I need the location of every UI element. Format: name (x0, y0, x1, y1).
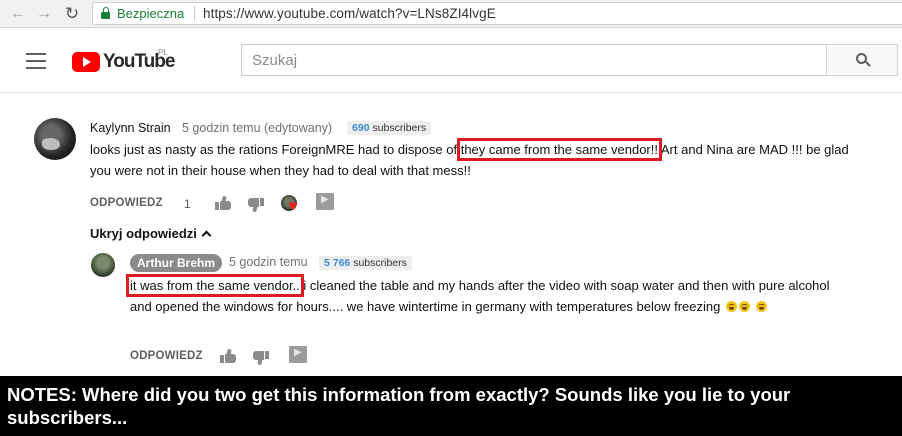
arrow-right-icon[interactable]: → (34, 4, 54, 24)
send-icon[interactable] (316, 193, 334, 210)
highlighted-phrase: it was from the same vendor.. (126, 274, 304, 297)
reply-button[interactable]: ODPOWIEDZ (90, 197, 163, 209)
reload-icon[interactable]: ↻ (62, 4, 82, 24)
arrow-left-icon[interactable]: ← (8, 4, 28, 24)
search-icon (856, 53, 871, 68)
send-icon[interactable] (289, 346, 307, 363)
hamburger-menu-icon[interactable] (26, 53, 46, 69)
comment-timestamp[interactable]: 5 godzin temu (229, 255, 308, 269)
youtube-logo[interactable]: YouTube PL (72, 48, 175, 74)
browser-toolbar: ← → ↻ Bezpieczna https://www.youtube.com… (0, 0, 902, 28)
subscribers-label: subscribers (353, 257, 407, 269)
youtube-play-icon (72, 52, 100, 72)
reply-button[interactable]: ODPOWIEDZ (130, 350, 203, 362)
subscribers-count: 5 766 (324, 257, 351, 269)
secure-label: Bezpieczna (117, 6, 185, 21)
highlighted-phrase: they came from the same vendor!! (456, 138, 662, 161)
chevron-up-icon (201, 230, 212, 241)
country-code: PL (158, 48, 168, 57)
search-button[interactable] (826, 44, 898, 76)
thumbs-down-icon[interactable] (253, 351, 269, 366)
avatar[interactable] (34, 118, 76, 160)
url-text[interactable]: https://www.youtube.com/watch?v=LNs8ZI4l… (203, 6, 496, 21)
hide-replies-label: Ukryj odpowiedzi (90, 226, 197, 241)
youtube-header: YouTube PL Szukaj (0, 29, 902, 93)
subscribers-badge: 5 766 subscribers (319, 256, 412, 270)
comment-text-start: looks just as nasty as the rations Forei… (90, 142, 458, 157)
address-bar[interactable]: Bezpieczna https://www.youtube.com/watch… (92, 2, 902, 25)
thumbs-up-icon[interactable] (220, 348, 236, 363)
address-divider (194, 6, 195, 21)
comment-text: it was from the same vendor.. i cleaned … (126, 274, 852, 317)
comment-author[interactable]: Arthur Brehm (130, 254, 223, 272)
subscribers-badge: 690 subscribers (347, 121, 432, 135)
laughing-emoji-icon (755, 301, 767, 312)
subscribers-label: subscribers (372, 122, 427, 134)
avatar[interactable] (91, 253, 115, 277)
subscribers-count: 690 (352, 122, 370, 134)
laughing-emoji-icon (726, 301, 737, 312)
creator-heart-icon (281, 195, 298, 213)
like-count: 1 (184, 197, 191, 211)
comment-author[interactable]: Kaylynn Strain (90, 121, 171, 135)
laughing-emoji-icon (739, 301, 750, 312)
hide-replies-toggle[interactable]: Ukryj odpowiedzi (90, 226, 212, 241)
lock-icon (101, 7, 110, 19)
comment-text: looks just as nasty as the rations Forei… (90, 138, 860, 181)
search-placeholder: Szukaj (252, 52, 298, 69)
search-input[interactable]: Szukaj (241, 44, 827, 76)
thumbs-down-icon[interactable] (248, 198, 264, 213)
comment-timestamp[interactable]: 5 godzin temu (edytowany) (182, 121, 332, 135)
thumbs-up-icon[interactable] (215, 195, 231, 210)
notes-banner: NOTES: Where did you two get this inform… (0, 376, 902, 436)
